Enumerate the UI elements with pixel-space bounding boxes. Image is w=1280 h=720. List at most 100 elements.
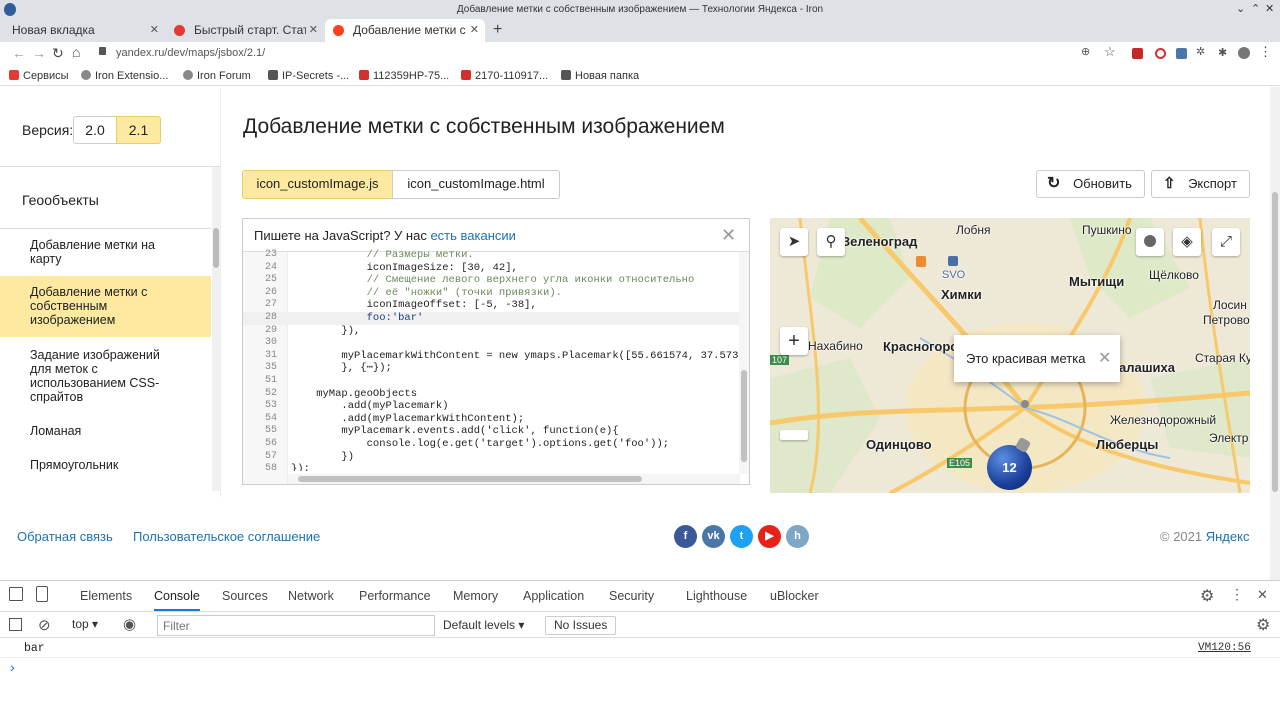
map[interactable]: Зеленоград Лобня Пушкино SVO Химки Мытищ… <box>770 218 1250 493</box>
habr-icon[interactable]: h <box>786 525 809 548</box>
fullscreen-button[interactable]: ⤢ <box>1212 228 1240 256</box>
bookmark-new-folder[interactable]: Новая папка <box>561 69 639 83</box>
tab-performance[interactable]: Performance <box>359 581 431 611</box>
vk-icon[interactable]: vk <box>702 525 725 548</box>
bookmark-hp-1[interactable]: 112359HP-75... <box>359 69 449 83</box>
code-line[interactable]: 53 .add(myPlacemark) <box>243 400 740 413</box>
tab-network[interactable]: Network <box>288 581 334 611</box>
extension-red-icon[interactable] <box>1132 48 1143 59</box>
context-select[interactable]: top ▾ <box>72 617 98 631</box>
code-line[interactable]: 35 }, {⋯}); <box>243 362 740 375</box>
extension-gear-icon[interactable]: ✲ <box>1196 45 1205 58</box>
sidebar-toggle-icon[interactable] <box>9 618 22 631</box>
bookmark-hp-2[interactable]: 2170-110917... <box>461 69 548 83</box>
layers-button[interactable]: ◈ <box>1173 228 1201 256</box>
code-line[interactable]: 26 // её "ножки" (точки привязки). <box>243 287 740 300</box>
devtools-settings-icon[interactable]: ⚙ <box>1200 586 1214 606</box>
sidebar-item-rectangle[interactable]: Прямоугольник <box>0 458 211 474</box>
devtools-menu-icon[interactable]: ⋮ <box>1230 586 1244 603</box>
sidebar-scrollbar[interactable] <box>212 167 220 491</box>
devtools-close-icon[interactable]: ✕ <box>1257 587 1268 603</box>
log-levels-select[interactable]: Default levels ▾ <box>443 618 524 632</box>
sidebar-scroll-thumb[interactable] <box>213 228 219 268</box>
code-line[interactable]: 56 console.log(e.get('target').options.g… <box>243 438 740 451</box>
bookmark-ip-secrets[interactable]: IP-Secrets -... <box>268 69 349 83</box>
reload-icon[interactable]: ↻ <box>52 45 64 62</box>
sidebar-item-add-placemark[interactable]: Добавление метки на карту <box>0 238 211 268</box>
vacancies-link[interactable]: есть вакансии <box>430 228 515 243</box>
tab-elements[interactable]: Elements <box>80 581 132 611</box>
back-arrow-icon[interactable]: ← <box>12 45 26 61</box>
code-editor[interactable]: 23 // Размеры метки. 24 iconImageSize: [3… <box>243 249 740 471</box>
balloon-close-icon[interactable]: ✕ <box>1098 335 1111 382</box>
sidebar-item-polyline[interactable]: Ломаная <box>0 424 211 440</box>
file-tab-js[interactable]: icon_customImage.js <box>242 170 393 199</box>
menu-dots-icon[interactable]: ⋮ <box>1259 44 1272 60</box>
code-line[interactable]: 25 // Смещение левого верхнего угла икон… <box>243 274 740 287</box>
sidebar-item-css-sprites[interactable]: Задание изображений для меток с использо… <box>0 348 211 408</box>
code-vertical-scrollbar[interactable] <box>739 252 749 474</box>
tab-lighthouse[interactable]: Lighthouse <box>686 581 747 611</box>
file-tab-html[interactable]: icon_customImage.html <box>392 170 560 199</box>
code-line[interactable]: 51 <box>243 375 740 388</box>
new-tab-button[interactable]: + <box>493 20 502 40</box>
extension-grey-icon[interactable]: ✱ <box>1218 46 1227 59</box>
twitter-icon[interactable]: t <box>730 525 753 548</box>
tab-ublocker[interactable]: uBlocker <box>770 581 819 611</box>
traffic-button[interactable] <box>1136 228 1164 256</box>
close-icon[interactable]: ✕ <box>721 219 736 252</box>
code-scroll-thumb[interactable] <box>741 370 747 462</box>
export-button[interactable]: ⇧ Экспорт <box>1151 170 1250 198</box>
console-prompt[interactable]: › <box>10 659 15 675</box>
version-2-0-button[interactable]: 2.0 <box>73 116 117 144</box>
inspect-element-icon[interactable] <box>9 587 23 601</box>
bookmark-iron-forum[interactable]: Iron Forum <box>183 69 251 83</box>
code-line[interactable]: 55 myPlacemark.events.add('click', funct… <box>243 425 740 438</box>
zoom-slider[interactable] <box>780 430 808 440</box>
console-filter-input[interactable] <box>157 615 435 636</box>
code-hscroll-thumb[interactable] <box>298 476 642 482</box>
code-line[interactable]: 52 myMap.geoObjects <box>243 388 740 401</box>
tab-security[interactable]: Security <box>609 581 654 611</box>
issues-badge[interactable]: No Issues <box>545 616 617 635</box>
map-search-button[interactable]: ⚲ <box>817 228 845 256</box>
code-line[interactable]: 57 }) <box>243 451 740 464</box>
facebook-icon[interactable]: f <box>674 525 697 548</box>
zoom-in-button[interactable]: + <box>780 327 808 355</box>
code-line[interactable]: 54 .add(myPlacemarkWithContent); <box>243 413 740 426</box>
forward-arrow-icon[interactable]: → <box>32 45 46 61</box>
address-bar[interactable]: yandex.ru/dev/maps/jsbox/2.1/ <box>116 47 265 59</box>
log-source-link[interactable]: VM120:56 <box>1198 639 1251 658</box>
zoom-icon[interactable]: ⊕ <box>1081 45 1090 58</box>
code-horizontal-scrollbar[interactable] <box>288 474 740 484</box>
clear-console-icon[interactable]: ⊘ <box>38 616 51 634</box>
geolocation-button[interactable]: ➤ <box>780 228 808 256</box>
youtube-icon[interactable]: ▶ <box>758 525 781 548</box>
page-scroll-thumb[interactable] <box>1272 192 1278 492</box>
sidebar-section-title[interactable]: Геообъекты <box>22 192 99 208</box>
code-line[interactable]: 27 iconImageOffset: [-5, -38], <box>243 299 740 312</box>
tab-application[interactable]: Application <box>523 581 584 611</box>
code-line[interactable]: 23 // Размеры метки. <box>243 249 740 262</box>
home-icon[interactable]: ⌂ <box>72 44 80 60</box>
code-line[interactable]: 30 <box>243 337 740 350</box>
feedback-link[interactable]: Обратная связь <box>17 529 113 544</box>
code-line[interactable]: 24 iconImageSize: [30, 42], <box>243 262 740 275</box>
console-settings-icon[interactable]: ⚙ <box>1256 615 1270 635</box>
agreement-link[interactable]: Пользовательское соглашение <box>133 529 320 544</box>
bookmark-services[interactable]: Сервисы <box>9 69 69 83</box>
device-toggle-icon[interactable] <box>36 586 48 602</box>
window-minimize-button[interactable]: ⌄ <box>1236 0 1245 19</box>
bookmark-star-icon[interactable]: ☆ <box>1104 44 1116 60</box>
tab-close-icon[interactable]: ✕ <box>150 19 159 42</box>
live-expression-eye-icon[interactable]: ◉ <box>123 615 136 633</box>
version-2-1-button[interactable]: 2.1 <box>116 116 161 144</box>
refresh-button[interactable]: ↻ Обновить <box>1036 170 1145 198</box>
extension-opera-icon[interactable] <box>1155 48 1166 59</box>
code-line[interactable]: 31 myPlacemarkWithContent = new ymaps.Pl… <box>243 350 740 363</box>
window-close-button[interactable]: ✕ <box>1265 0 1274 19</box>
code-line[interactable]: 28 foo:'bar' <box>243 312 740 325</box>
tab-memory[interactable]: Memory <box>453 581 498 611</box>
tab-close-icon[interactable]: ✕ <box>466 19 479 42</box>
tab-close-icon[interactable]: ✕ <box>305 19 318 42</box>
